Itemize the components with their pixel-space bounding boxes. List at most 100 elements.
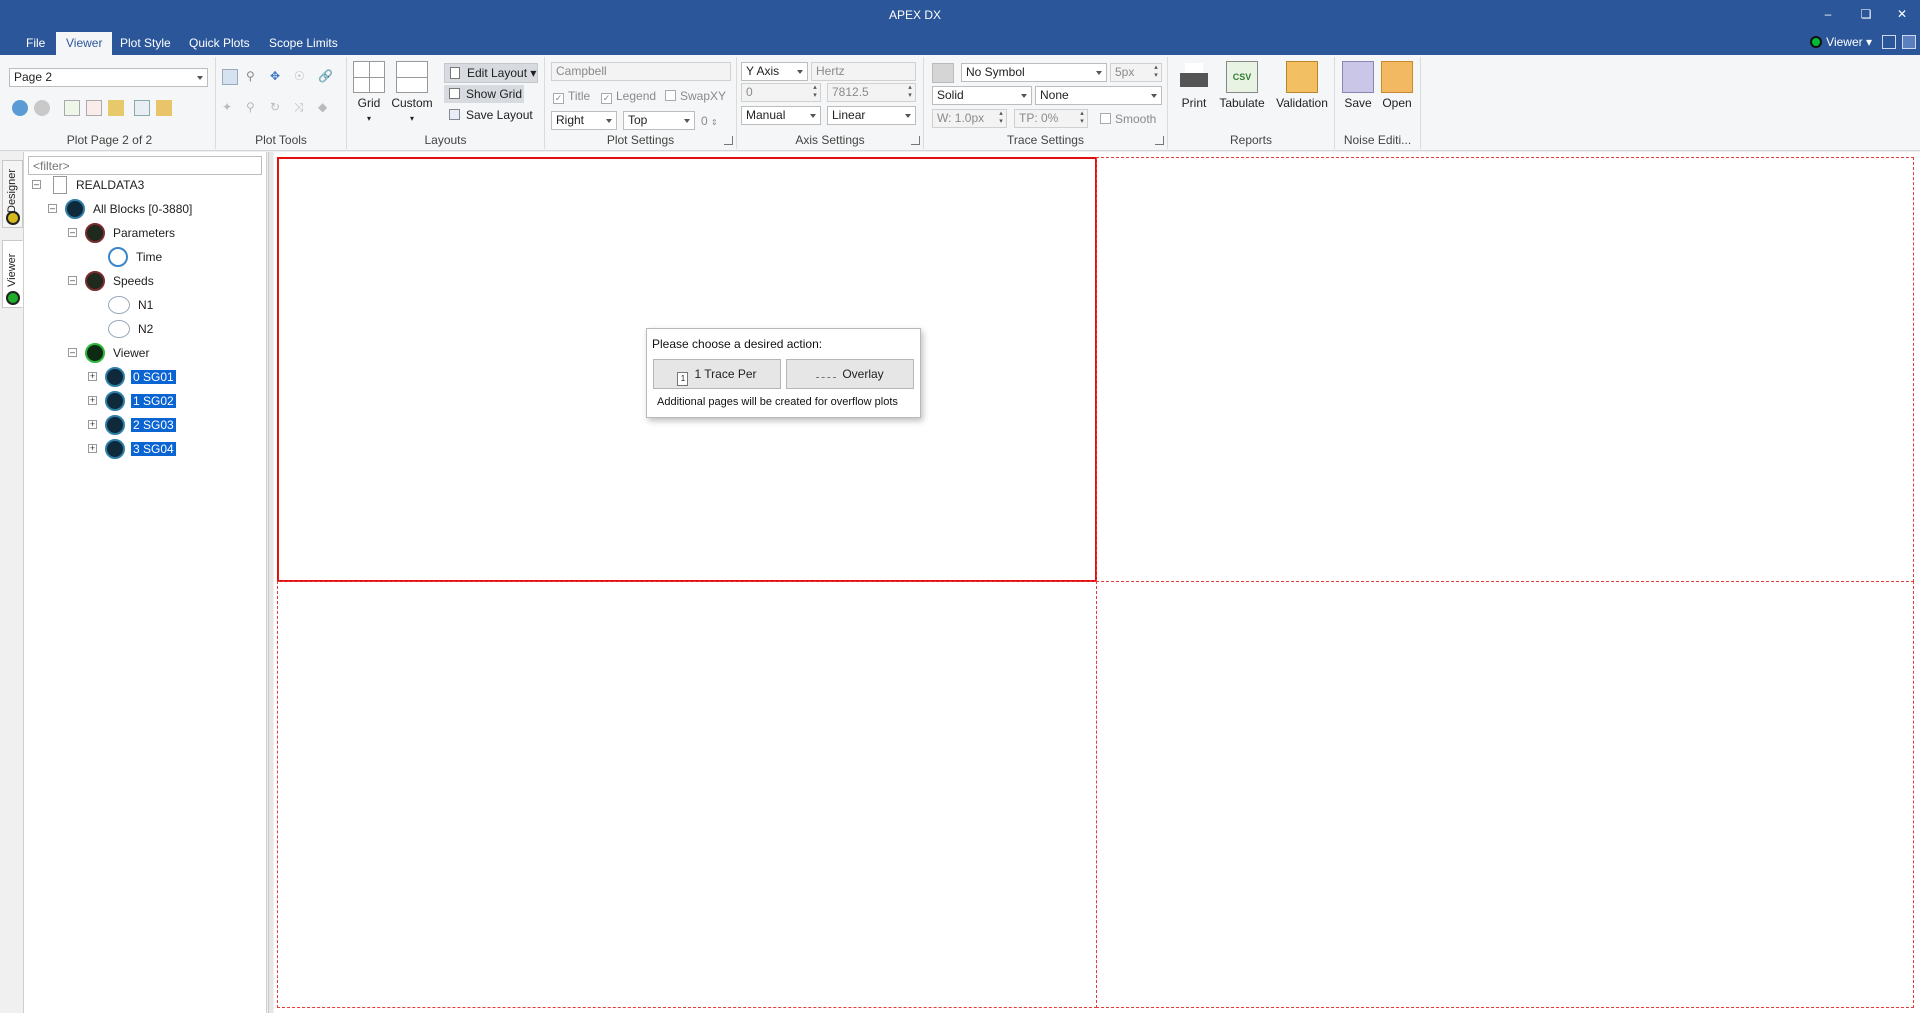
custom-button[interactable]: Custom ▾ <box>389 61 435 124</box>
zoom-icon[interactable]: ⚲ <box>246 69 262 85</box>
expand-icon[interactable]: + <box>88 396 97 405</box>
save-layout-button[interactable]: Save Layout <box>444 106 538 124</box>
swapxy-check-icon <box>665 90 676 101</box>
validation-button[interactable]: Validation <box>1272 61 1332 110</box>
smooth-checkbox[interactable]: Smooth <box>1100 112 1156 126</box>
trace-settings-launcher-icon[interactable] <box>1155 136 1164 145</box>
show-grid-icon <box>449 88 460 99</box>
custom-label: Custom <box>391 96 433 110</box>
grid-button[interactable]: Grid ▾ <box>351 61 387 124</box>
title-checkbox[interactable]: ✓ Title <box>553 89 590 104</box>
tabulate-button[interactable]: CSV Tabulate <box>1216 61 1268 110</box>
plot-node-icon <box>105 391 125 411</box>
legend-h-select[interactable]: Right <box>551 111 617 130</box>
symbol-select[interactable]: No Symbol <box>961 63 1107 82</box>
plot-title-value: Campbell <box>556 64 607 78</box>
save-layout-label: Save Layout <box>466 108 533 122</box>
panel-splitter[interactable] <box>268 152 273 1013</box>
axis-settings-launcher-icon[interactable] <box>911 136 920 145</box>
plot-title-input[interactable]: Campbell <box>551 62 731 81</box>
plot-settings-launcher-icon[interactable] <box>724 136 733 145</box>
swapxy-checkbox[interactable]: SwapXY <box>665 89 726 103</box>
custom-layout-icon <box>396 61 428 93</box>
expand-icon[interactable]: + <box>88 372 97 381</box>
tree-node-label: 3 SG04 <box>131 442 176 456</box>
viewer-mode-dropdown[interactable]: Viewer ▾ <box>1810 35 1872 49</box>
legend-h-value: Right <box>556 113 585 127</box>
plot-cell-2[interactable] <box>1096 157 1914 582</box>
trace-color-icon[interactable] <box>932 63 954 83</box>
legend-checkbox[interactable]: ✓ Legend <box>601 89 656 104</box>
axis-scale-value: Linear <box>832 108 866 122</box>
open-page-icon[interactable] <box>156 100 172 116</box>
axis-select[interactable]: Y Axis <box>741 62 808 81</box>
tab-viewer[interactable]: Viewer <box>56 32 113 55</box>
delete-page-icon[interactable] <box>86 100 102 116</box>
tab-file[interactable]: File <box>16 32 55 55</box>
axis-unit-input[interactable]: Hertz <box>811 62 916 81</box>
tab-quick-plots[interactable]: Quick Plots <box>179 32 260 55</box>
overlay-button[interactable]: Overlay <box>786 359 914 389</box>
collapse-icon[interactable]: – <box>48 204 57 213</box>
transparency-input[interactable]: TP: 0% ▴ ▾ <box>1014 109 1088 128</box>
page-select[interactable]: Page 2 <box>9 68 208 87</box>
add-page-icon[interactable] <box>64 100 80 116</box>
designer-side-tab[interactable]: Designer <box>2 160 23 228</box>
title-check-label: Title <box>568 89 591 103</box>
print-button[interactable]: Print <box>1176 61 1212 110</box>
save-page-icon[interactable] <box>134 100 150 116</box>
legend-v-select[interactable]: Top <box>623 111 695 130</box>
symbol-value: No Symbol <box>966 65 1025 79</box>
show-grid-toggle[interactable]: Show Grid <box>444 85 524 103</box>
axis-mode-value: Manual <box>746 108 786 122</box>
tab-scope-limits[interactable]: Scope Limits <box>259 32 348 55</box>
collapse-icon[interactable]: – <box>32 180 41 189</box>
collapse-icon[interactable]: – <box>68 228 77 237</box>
trace-width-value: W: 1.0px <box>937 111 985 125</box>
smooth-check-icon <box>1100 113 1111 124</box>
help-icon[interactable] <box>1882 35 1896 49</box>
collapse-ribbon-icon[interactable] <box>1902 35 1916 49</box>
one-trace-per-button[interactable]: 1 1 Trace Per <box>653 359 781 389</box>
trace-width-input[interactable]: W: 1.0px ▴ ▾ <box>932 109 1007 128</box>
axis-min-input[interactable]: 0 ▴ ▾ <box>741 83 821 102</box>
minimize-icon[interactable]: – <box>1812 0 1844 30</box>
viewer-side-tab[interactable]: Viewer <box>2 240 23 308</box>
page-select-value: Page 2 <box>14 70 53 84</box>
save-disk-icon <box>1342 61 1374 93</box>
plot-cell-3[interactable] <box>277 581 1097 1008</box>
restore-icon[interactable]: ❏ <box>1850 0 1882 30</box>
tree-filter-input[interactable] <box>28 156 262 175</box>
noise-save-button[interactable]: Save <box>1340 61 1376 110</box>
plot-cell-4[interactable] <box>1096 581 1914 1008</box>
show-grid-label: Show Grid <box>466 87 523 101</box>
axis-scale-select[interactable]: Linear <box>827 106 916 125</box>
axis-max-input[interactable]: 7812.5 ▴ ▾ <box>827 83 916 102</box>
clear-page-icon[interactable] <box>108 100 124 116</box>
symbol-size-input[interactable]: 5px ▴ ▾ <box>1110 63 1162 82</box>
link-icon[interactable]: 🔗 <box>318 69 334 85</box>
expand-icon[interactable]: + <box>88 444 97 453</box>
select-pointer-icon[interactable] <box>222 69 238 85</box>
speeds-icon <box>85 271 105 291</box>
expand-icon[interactable]: + <box>88 420 97 429</box>
edit-layout-button[interactable]: Edit Layout ▾ <box>444 63 538 83</box>
plot-tools-group: ⚲ ✥ ☉ 🔗 ✦ ⚲ ↻ ⤨ ◆ Plot Tools <box>216 57 347 149</box>
pan-icon[interactable]: ✥ <box>270 69 286 85</box>
line-style-select[interactable]: Solid <box>932 86 1032 105</box>
legend-offset-stepper[interactable]: 0 ⇕ <box>701 114 718 128</box>
tree-node-label: Parameters <box>113 226 176 240</box>
close-icon[interactable]: ✕ <box>1886 0 1918 30</box>
info-icon[interactable] <box>12 100 28 116</box>
axis-mode-select[interactable]: Manual <box>741 106 821 125</box>
fit-icon: ⤨ <box>294 100 304 114</box>
tab-plot-style[interactable]: Plot Style <box>110 32 181 55</box>
save-layout-icon <box>449 109 460 120</box>
ribbon: Page 2 Plot Page 2 of 2 ⚲ ✥ ☉ 🔗 ✦ ⚲ ↻ ⤨ … <box>0 55 1920 151</box>
folder-open-icon <box>1381 61 1413 93</box>
collapse-icon[interactable]: – <box>68 276 77 285</box>
noise-open-button[interactable]: Open <box>1378 61 1416 110</box>
fill-select[interactable]: None <box>1035 86 1162 105</box>
reports-label: Reports <box>1229 133 1273 147</box>
collapse-icon[interactable]: – <box>68 348 77 357</box>
